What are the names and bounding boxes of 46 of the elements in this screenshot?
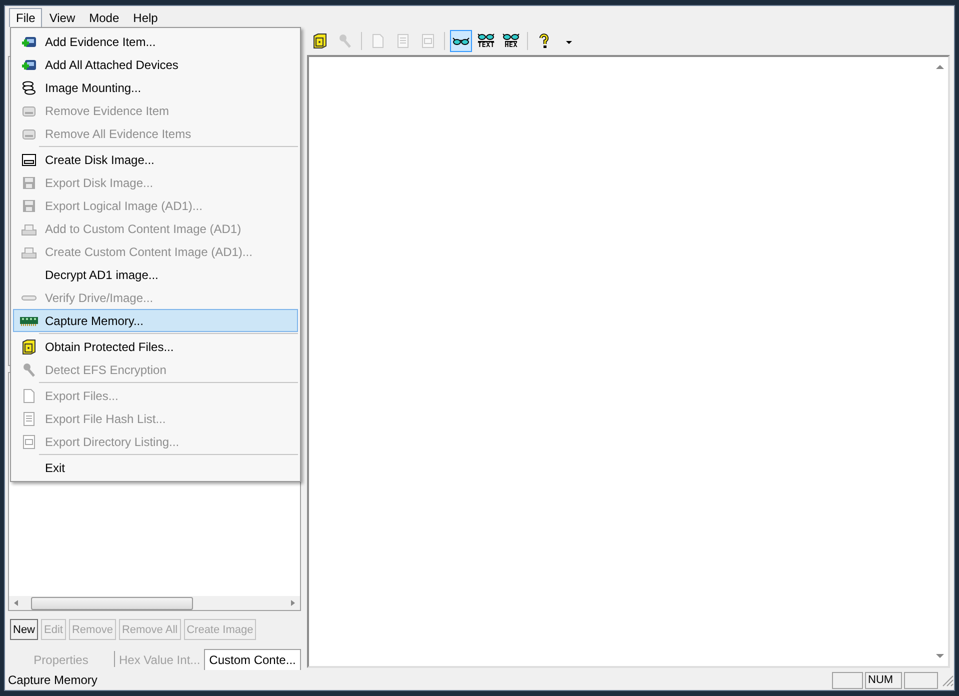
glasses-icon xyxy=(452,35,470,47)
status-indicator: NUM xyxy=(865,672,902,688)
memory-chip-icon xyxy=(19,314,39,326)
glasses-button[interactable] xyxy=(450,30,472,52)
resize-grip-icon[interactable] xyxy=(940,673,954,687)
key-icon xyxy=(21,362,37,378)
status-panel xyxy=(904,672,938,688)
panel-tab[interactable]: Hex Value Int... xyxy=(115,650,204,670)
menu-title[interactable]: Help xyxy=(126,8,165,26)
floppy-icon xyxy=(21,198,37,214)
listing-icon xyxy=(420,33,436,49)
menu-item[interactable]: Add All Attached Devices xyxy=(13,53,298,76)
menu-title[interactable]: Mode xyxy=(82,8,126,26)
panel-tab[interactable]: Custom Conte... xyxy=(204,649,301,670)
panel-tab[interactable]: Properties xyxy=(8,650,114,670)
box-icon xyxy=(21,338,37,354)
scroll-down-arrow[interactable] xyxy=(935,652,945,660)
disk-stack-icon xyxy=(21,80,37,96)
menu-item[interactable]: Capture Memory... xyxy=(13,309,298,332)
menu-item[interactable]: Add Evidence Item... xyxy=(13,30,298,53)
listing-icon xyxy=(21,434,37,450)
scroll-left-arrow[interactable] xyxy=(13,599,19,607)
menu-item[interactable]: Exit xyxy=(13,456,298,479)
page-icon xyxy=(21,388,37,404)
menu-item[interactable]: Create Disk Image... xyxy=(13,148,298,171)
box-icon xyxy=(312,33,328,49)
glasses-icon xyxy=(502,33,520,41)
glasses-icon xyxy=(477,33,495,41)
menu-title[interactable]: File xyxy=(9,8,42,26)
status-panel xyxy=(832,672,863,688)
menu-item[interactable]: Decrypt AD1 image... xyxy=(13,263,298,286)
document-icon xyxy=(21,410,37,426)
status-message: Capture Memory xyxy=(8,673,98,687)
list-button[interactable]: New xyxy=(10,619,38,640)
scroll-up-arrow[interactable] xyxy=(935,63,945,71)
key-icon xyxy=(337,33,353,49)
page-icon xyxy=(370,33,386,49)
scrollbar-thumb[interactable] xyxy=(31,596,193,610)
scroll-right-arrow[interactable] xyxy=(290,599,296,607)
menu-title[interactable]: View xyxy=(42,8,82,26)
hard-drive-icon xyxy=(21,152,37,168)
floppy-icon xyxy=(21,174,37,190)
document-icon xyxy=(395,33,411,49)
menu-item[interactable]: Obtain Protected Files... xyxy=(13,335,298,358)
horizontal-scrollbar[interactable] xyxy=(9,596,300,610)
menu-item[interactable]: Image Mounting... xyxy=(13,76,298,99)
